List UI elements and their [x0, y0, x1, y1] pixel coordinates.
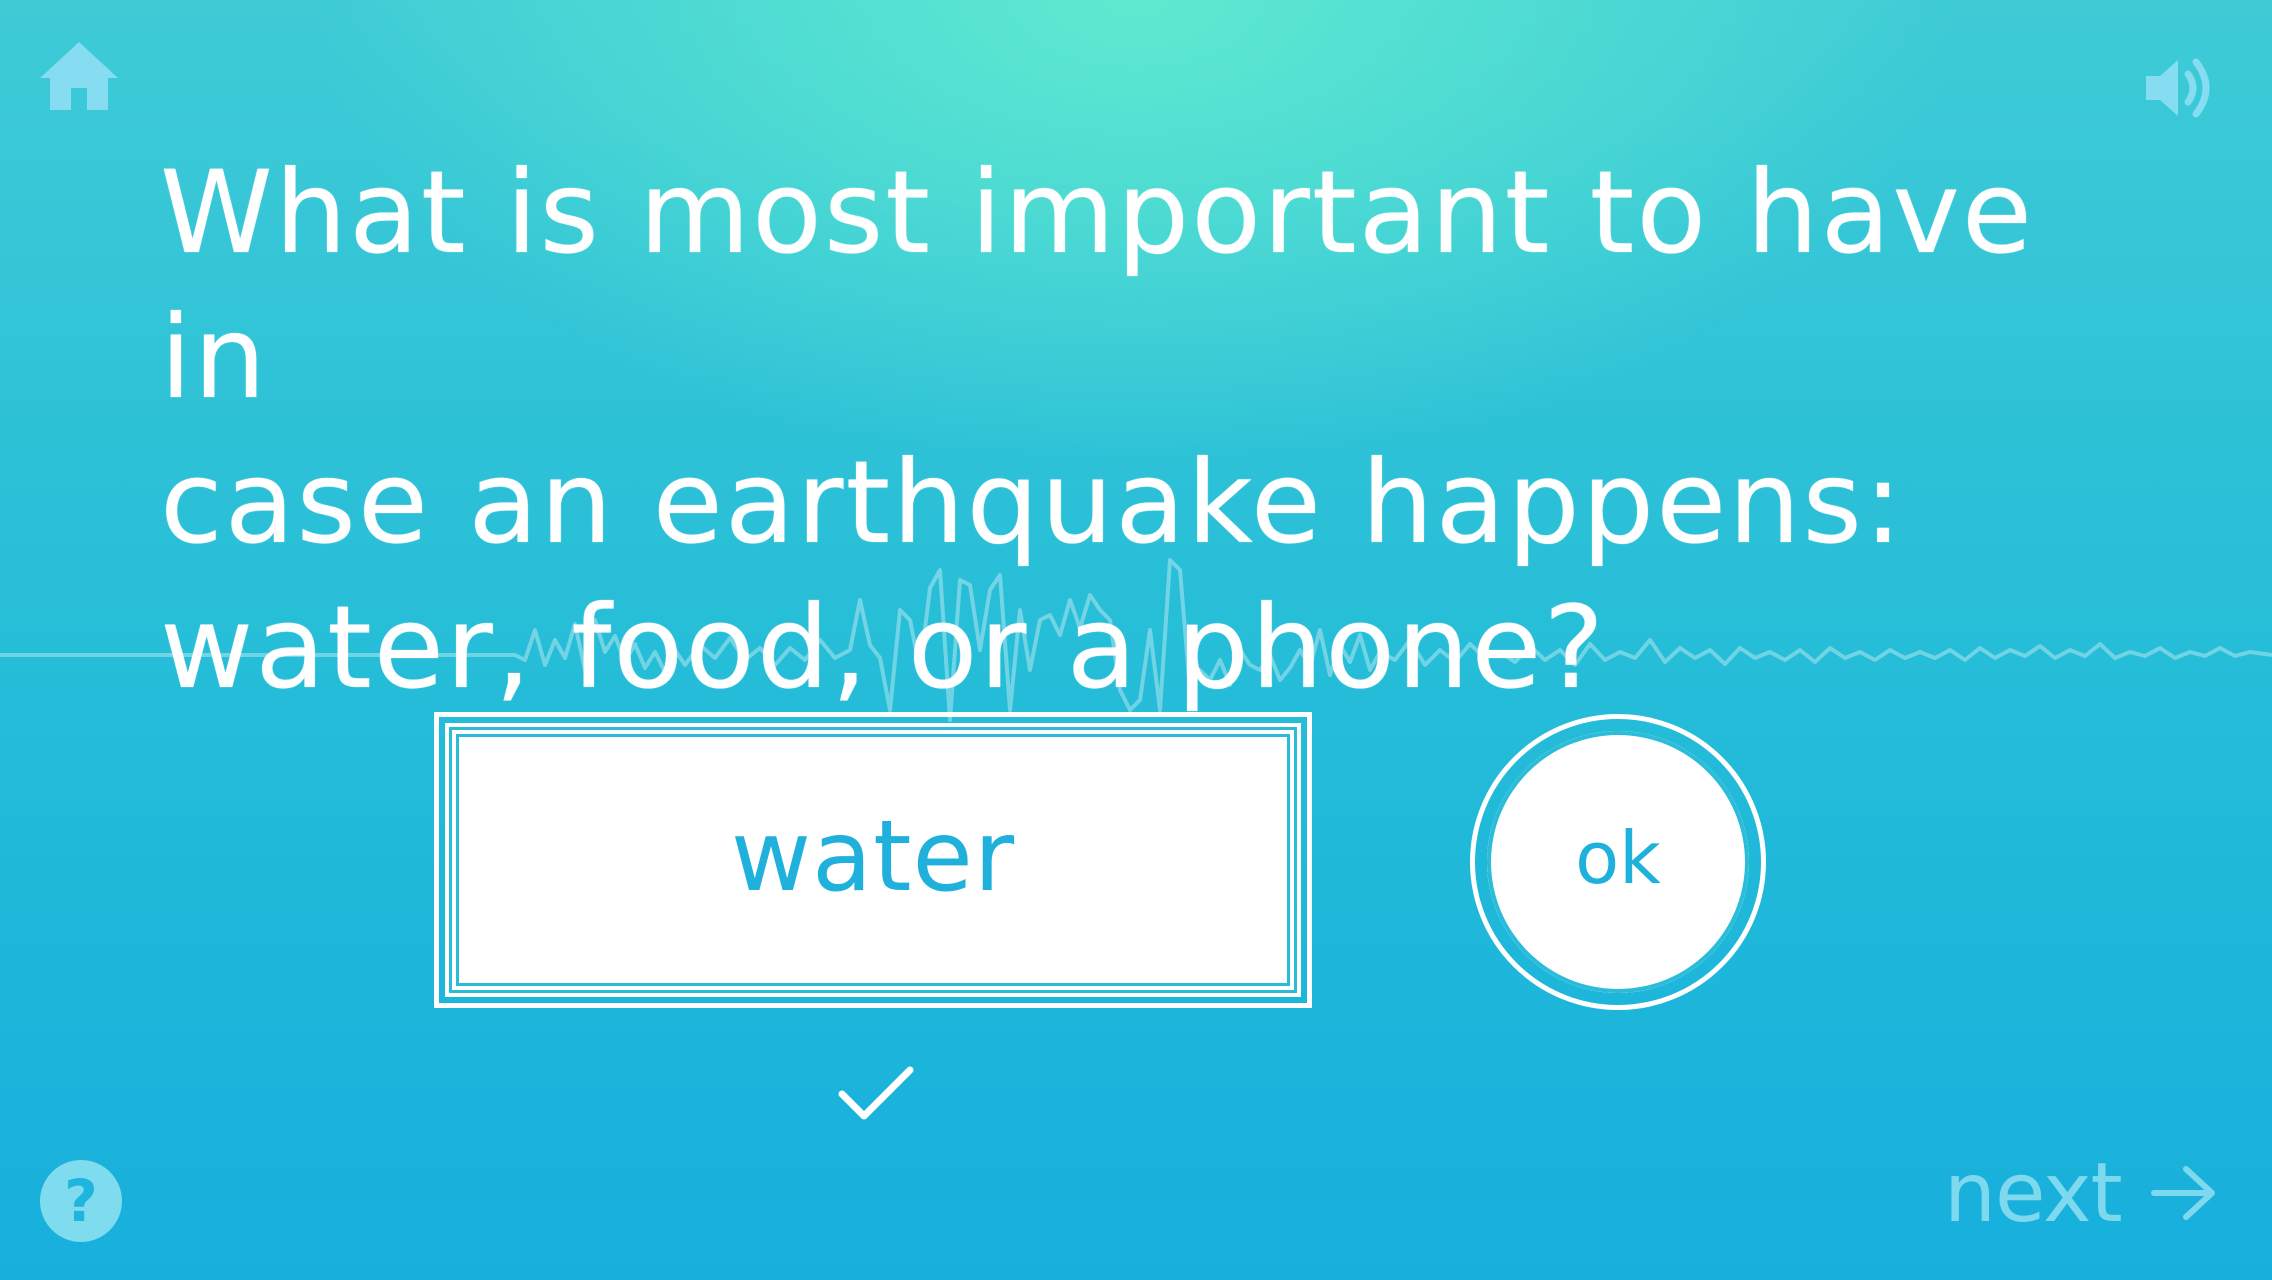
- home-icon: [40, 42, 118, 110]
- question-line-3: water, food, or a phone?: [160, 581, 1606, 714]
- ok-button[interactable]: ok: [1470, 714, 1766, 1010]
- question-text: What is most important to have in case a…: [160, 140, 2120, 720]
- checkmark-icon: [838, 1066, 914, 1120]
- help-button[interactable]: ?: [40, 1160, 122, 1242]
- next-button-label: next: [1944, 1145, 2123, 1241]
- answer-field[interactable]: water: [434, 712, 1312, 1008]
- next-button[interactable]: next: [1944, 1138, 2224, 1248]
- question-line-2: case an earthquake happens:: [160, 436, 1905, 569]
- answer-field-inner: water: [445, 723, 1301, 997]
- arrow-right-icon: [2150, 1166, 2215, 1220]
- ok-button-inner: ok: [1487, 731, 1749, 993]
- answer-value: water: [730, 800, 1016, 914]
- speaker-icon: [2146, 58, 2210, 118]
- home-button[interactable]: [36, 36, 122, 116]
- question-mark-icon: ?: [64, 1167, 98, 1235]
- ok-button-label: ok: [1575, 816, 1661, 900]
- question-line-1: What is most important to have in: [160, 146, 2035, 424]
- sound-button[interactable]: [2140, 48, 2220, 128]
